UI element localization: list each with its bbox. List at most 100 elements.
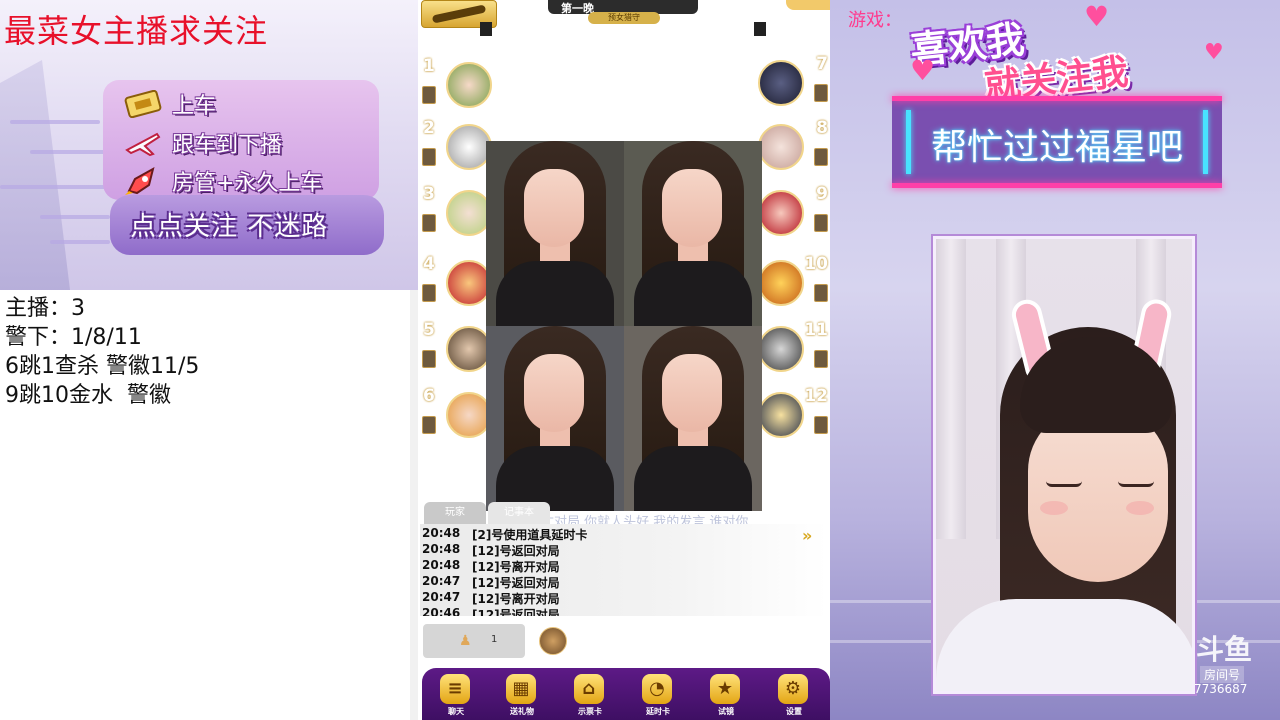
seat-number: 5 — [423, 320, 435, 340]
nav-gift[interactable]: ▦ 送礼物 — [490, 668, 554, 720]
seat-9[interactable]: 9 — [758, 184, 828, 242]
log-row: 20:48 [2]号使用道具延时卡 — [422, 526, 588, 542]
seat-2[interactable]: 2 — [420, 118, 492, 176]
rank-badge-icon — [814, 214, 828, 232]
mic-queue[interactable]: ♟ 1 — [423, 624, 525, 658]
avatar[interactable] — [758, 190, 804, 236]
avatar[interactable] — [758, 326, 804, 372]
nav-chat[interactable]: ≡ 聊天 — [424, 668, 488, 720]
room-label: 房间号 — [1200, 666, 1245, 683]
seat-number: 10 — [804, 254, 828, 274]
seat-11[interactable]: 11 — [758, 320, 828, 378]
seat-5[interactable]: 5 — [420, 320, 492, 378]
nav-label: 示票卡 — [578, 707, 602, 716]
user-icon: ♟ — [459, 633, 472, 649]
rocket-icon — [122, 165, 164, 197]
avatar[interactable] — [758, 124, 804, 170]
help-text: 帮忙过过福星吧 — [930, 127, 1183, 168]
seat-number: 1 — [423, 56, 435, 76]
header-right-tab[interactable] — [786, 0, 830, 10]
avatar[interactable] — [758, 392, 804, 438]
nav-audition[interactable]: ★ 试镜 — [694, 668, 758, 720]
promo-follow-text: 点点关注 不迷路 — [130, 212, 329, 242]
camera-tile[interactable] — [486, 141, 624, 326]
seat-7[interactable]: 7 — [758, 54, 828, 112]
tab-players[interactable]: 玩家 — [424, 502, 486, 524]
decor-streak — [10, 120, 100, 124]
streamer-webcam — [933, 236, 1195, 694]
rank-badge-icon — [814, 350, 828, 368]
platform-logo: 斗鱼 — [1196, 633, 1253, 666]
avatar[interactable] — [758, 60, 804, 106]
tab-notebook[interactable]: 记事本 — [488, 502, 550, 524]
game-header: 第一晚 预女猎守 — [418, 0, 830, 36]
ticket-icon — [122, 88, 164, 120]
flag-icon — [754, 22, 766, 36]
heart-icon: ♥ — [1204, 40, 1224, 65]
nav-settings[interactable]: ⚙ 设置 — [762, 668, 826, 720]
game-window: 第一晚 预女猎守 1 2 3 4 5 6 7 8 9 10 11 12 死亡对局… — [418, 0, 830, 720]
game-label: 游戏： — [848, 10, 902, 31]
seat-number: 6 — [423, 386, 435, 406]
rank-badge-icon — [422, 148, 436, 166]
rank-badge-icon — [814, 84, 828, 102]
notes-scrollbar[interactable] — [410, 290, 418, 720]
background-building — [0, 60, 70, 290]
seat-number: 9 — [816, 184, 828, 204]
seat-number: 8 — [816, 118, 828, 138]
heart-icon: ♥ — [910, 54, 936, 87]
avatar[interactable] — [446, 62, 492, 108]
seat-number: 4 — [423, 254, 435, 274]
right-overlay-panel: 游戏： 喜欢我 就关注我 ♥ ♥ ♥ 帮忙过过福星吧 斗鱼 房间号 773668… — [830, 0, 1280, 720]
avatar[interactable] — [539, 627, 567, 655]
seat-number: 2 — [423, 118, 435, 138]
left-overlay-panel: 最菜女主播求关注 上车 跟车到下播 房管+永久上车 点点关注 不迷路 — [0, 0, 418, 290]
airplane-icon — [122, 127, 164, 159]
notes-panel: 主播：3 警下：1/8/11 6跳1查杀 警徽11/5 9跳10金水 警徽 — [0, 290, 418, 720]
seat-8[interactable]: 8 — [758, 118, 828, 176]
note-line: 6跳1查杀 警徽11/5 — [5, 354, 200, 379]
nav-label: 延时卡 — [646, 707, 670, 716]
promo-board-label: 上车 — [172, 94, 217, 119]
seat-number: 12 — [804, 386, 828, 406]
seat-10[interactable]: 10 — [758, 254, 828, 312]
help-box: 帮忙过过福星吧 — [892, 96, 1222, 188]
nav-label: 送礼物 — [510, 707, 534, 716]
nav-vote-card[interactable]: ⌂ 示票卡 — [558, 668, 622, 720]
camera-tile[interactable] — [624, 141, 762, 326]
decor-streak — [50, 240, 110, 244]
seat-1[interactable]: 1 — [420, 56, 492, 114]
note-line: 9跳10金水 警徽 — [5, 383, 171, 408]
seat-3[interactable]: 3 — [420, 184, 492, 242]
nav-timer-card[interactable]: ◔ 延时卡 — [626, 668, 690, 720]
log-row: 20:48 [12]号离开对局 — [422, 558, 560, 574]
note-line: 主播：3 — [5, 296, 85, 321]
avatar[interactable] — [758, 260, 804, 306]
nav-label: 设置 — [786, 707, 802, 716]
rank-badge-icon — [814, 416, 828, 434]
chat-tabs: 玩家 记事本 — [424, 502, 554, 524]
promo-row-board: 上车 — [122, 87, 216, 121]
seat-6[interactable]: 6 — [420, 386, 492, 444]
rank-badge-icon — [422, 284, 436, 302]
camera-tile[interactable] — [624, 326, 762, 511]
decor-streak — [40, 215, 110, 219]
room-watermark: 斗鱼 房间号 7736687 — [1194, 628, 1280, 700]
rank-badge-icon — [814, 284, 828, 302]
gift-icon: ▦ — [506, 674, 536, 704]
seat-number: 11 — [804, 320, 828, 340]
round-mode: 预女猎守 — [588, 12, 660, 24]
camera-tile[interactable] — [486, 326, 624, 511]
promo-admin-label: 房管+永久上车 — [172, 171, 323, 196]
rank-badge-icon — [422, 214, 436, 232]
rank-badge-icon — [814, 148, 828, 166]
promo-row-admin: 房管+永久上车 — [122, 164, 322, 198]
chat-icon: ≡ — [440, 674, 470, 704]
star-icon: ★ — [710, 674, 740, 704]
follow-banner: 喜欢我 就关注我 ♥ ♥ ♥ — [904, 0, 1224, 107]
note-line: 警下：1/8/11 — [5, 325, 142, 350]
seat-12[interactable]: 12 — [758, 386, 828, 444]
promo-row-follow-car: 跟车到下播 — [122, 126, 282, 160]
expand-arrow-icon[interactable]: » — [802, 526, 824, 545]
seat-4[interactable]: 4 — [420, 254, 492, 312]
